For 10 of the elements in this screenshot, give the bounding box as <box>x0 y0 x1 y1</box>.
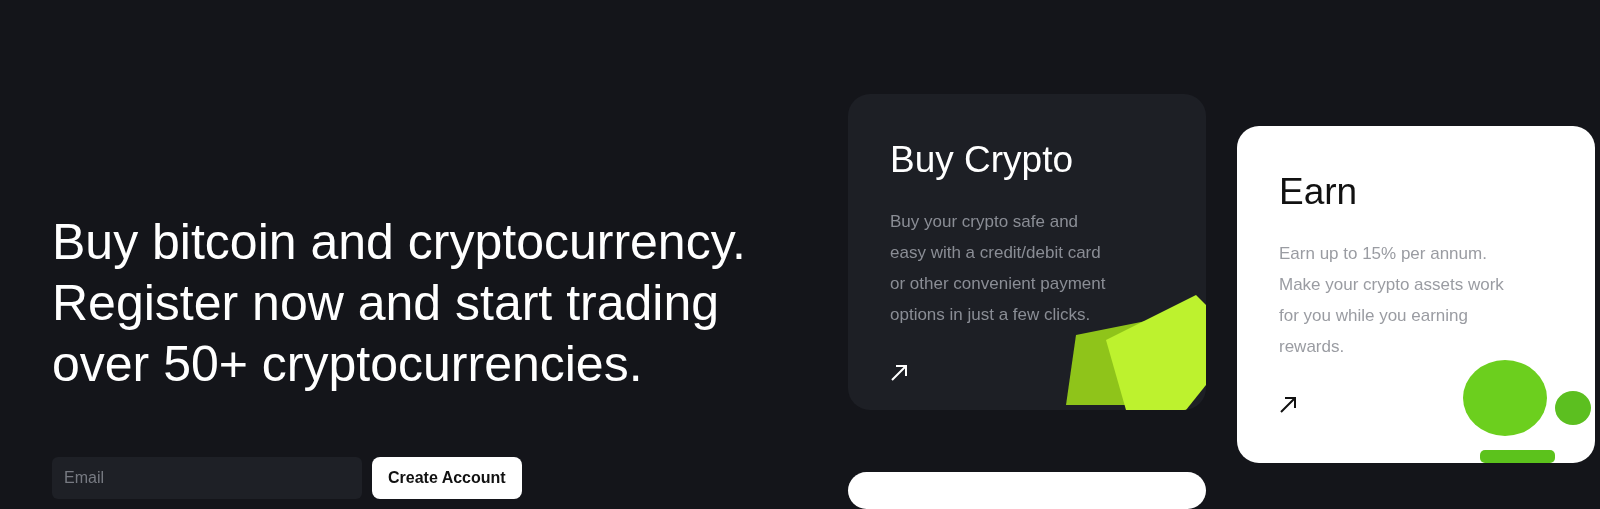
card-title: Earn <box>1279 170 1359 214</box>
card-title: Buy Crypto <box>890 138 1074 182</box>
hero-headline: Buy bitcoin and cryptocurrency. Register now and start trading over 50+ cryptocurrencies. <box>52 213 747 394</box>
arrow-up-right-icon[interactable] <box>1279 396 1297 414</box>
create-account-button[interactable]: Create Account <box>372 457 522 499</box>
email-field[interactable]: Email <box>52 457 362 499</box>
feature-card[interactable]: Earn Earn up to 15% per annum. Make your crypto assets work for you while you earning rewards. <box>1237 126 1595 463</box>
card-description: Buy your crypto safe and easy with a credit/debit card or other convenient payment options in just a few clicks. <box>890 211 1107 326</box>
card-description: Earn up to 15% per annum. Make your crypto assets work for you while you earning rewards. <box>1279 243 1505 358</box>
feature-card[interactable]: Buy Crypto Buy your crypto safe and easy with a credit/debit card or other convenient payment options in just a few clicks. <box>848 94 1206 410</box>
